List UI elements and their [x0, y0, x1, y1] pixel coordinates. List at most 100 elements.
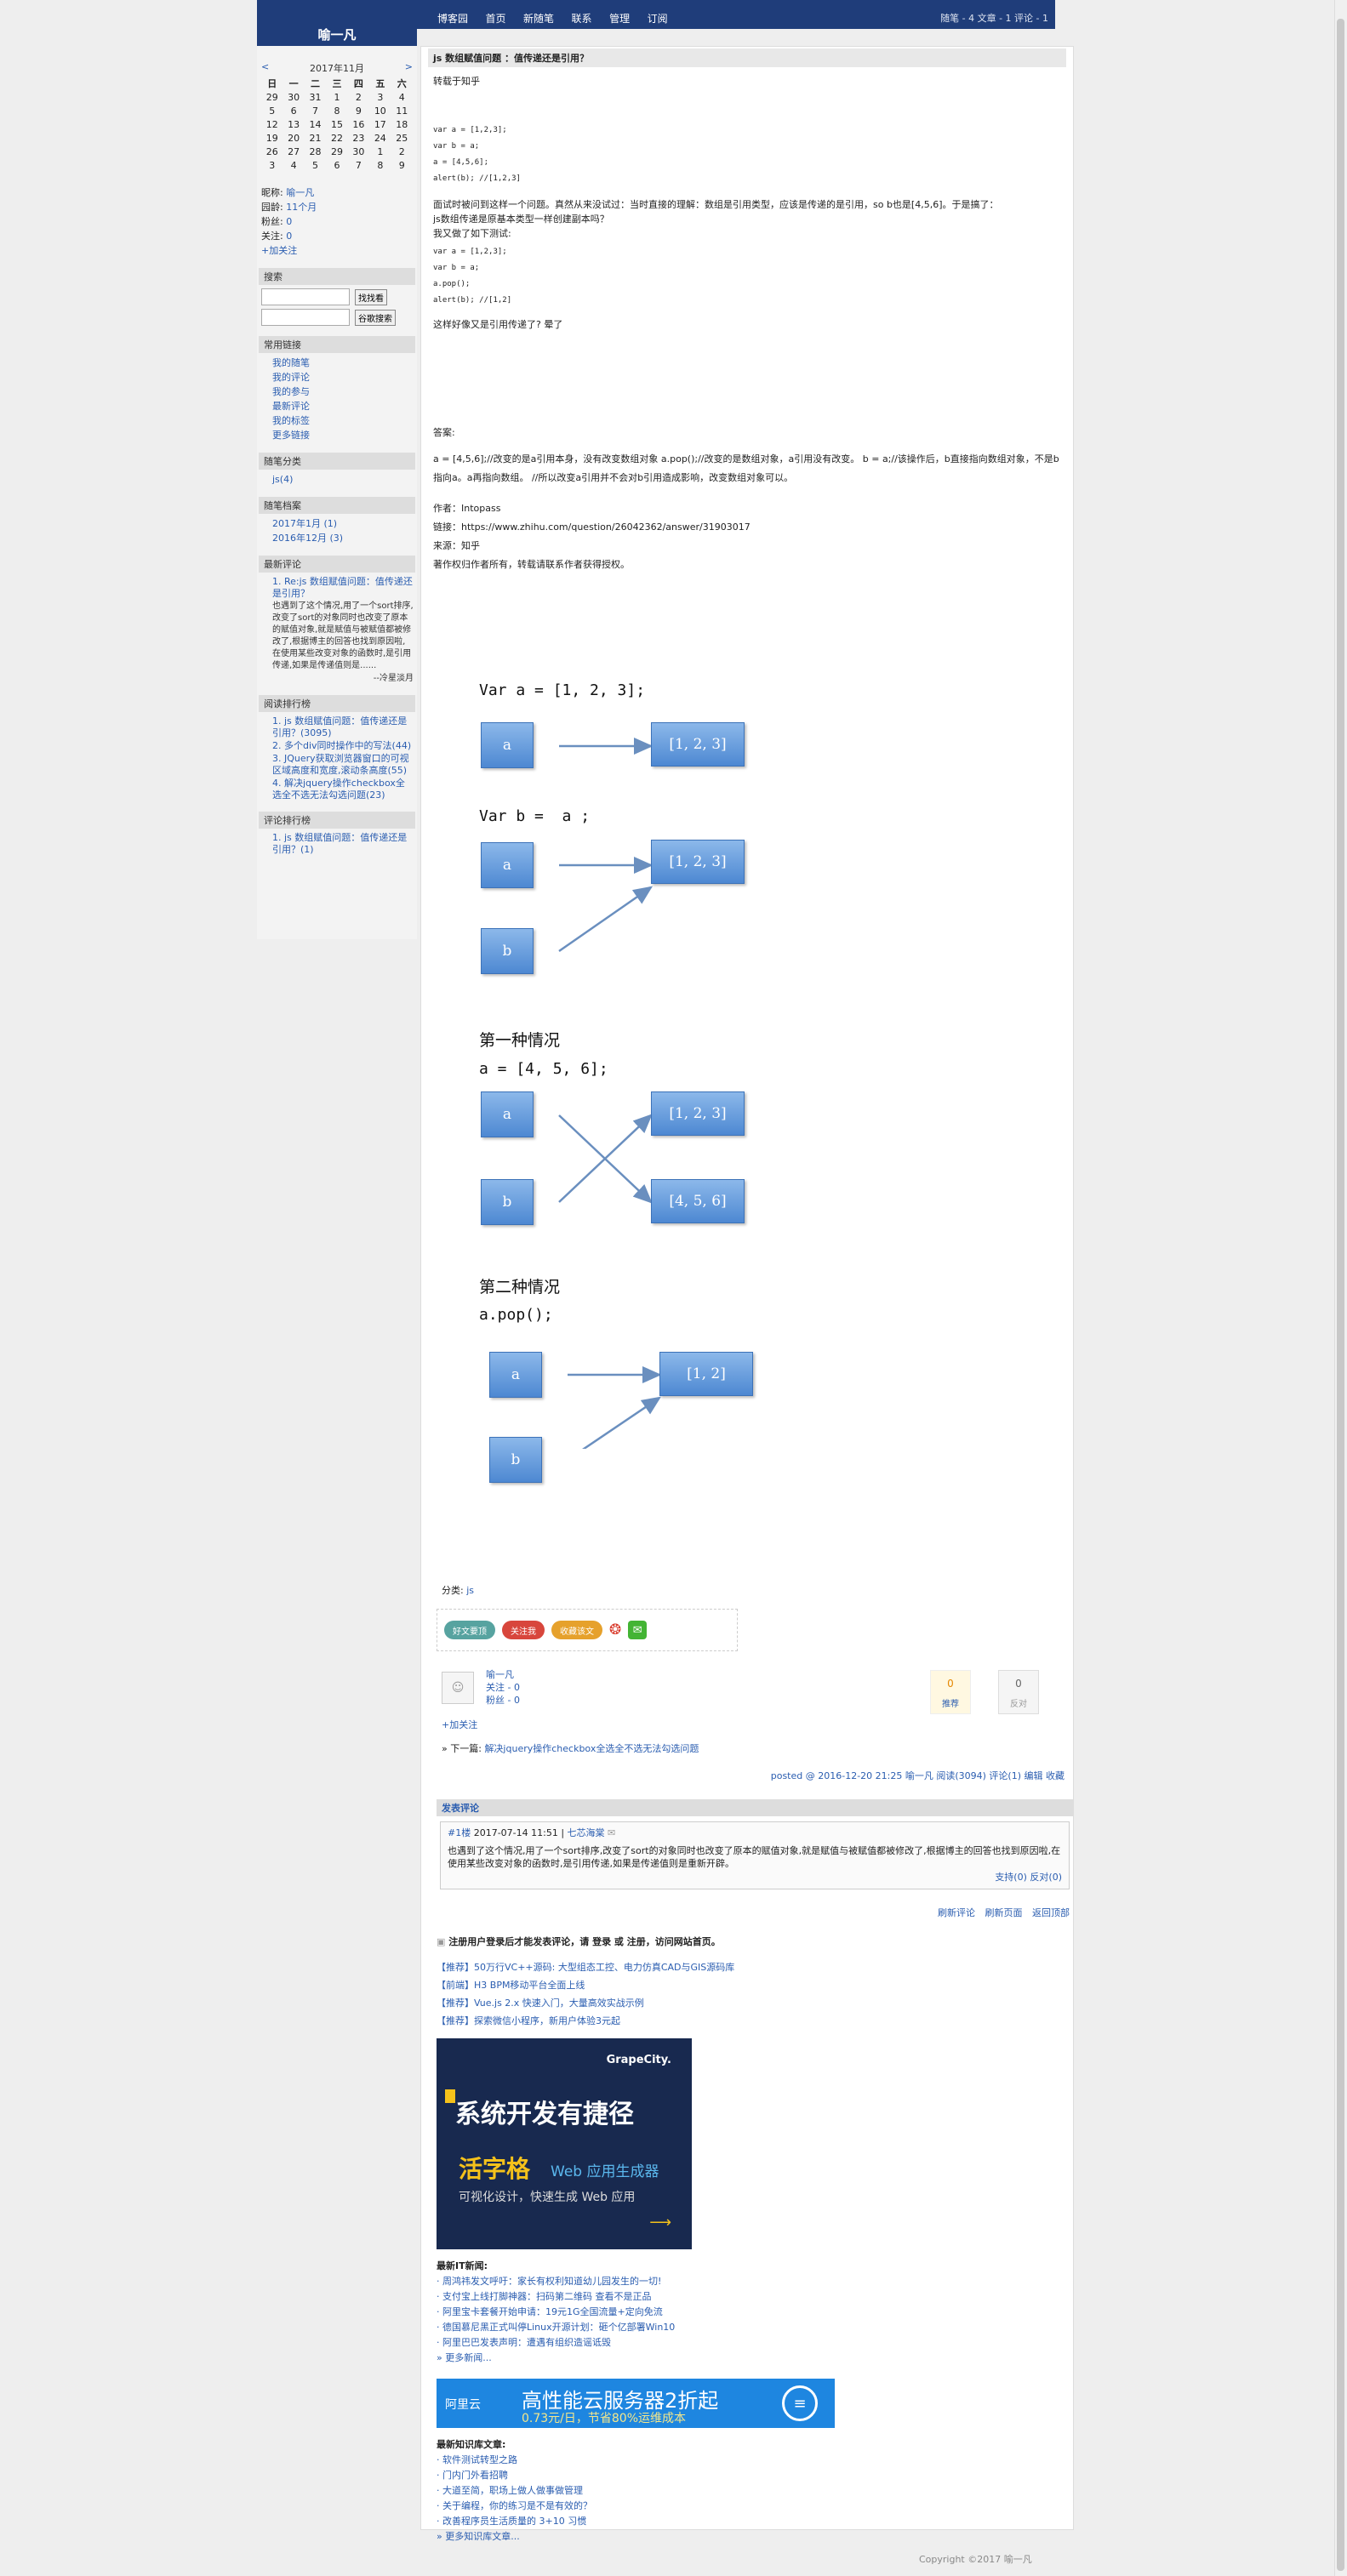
comment-item: #1楼 2017-07-14 11:51 | 七芯海棠 ✉ 也遇到了这个情况,用…: [440, 1821, 1070, 1889]
recent-comment-link[interactable]: 1. Re:js 数组赋值问题：值传递还是引用？: [272, 576, 413, 599]
fans-link[interactable]: 0: [286, 216, 292, 227]
blog-title[interactable]: 喻一凡: [257, 0, 417, 46]
more-news[interactable]: » 更多新闻...: [437, 2352, 492, 2363]
avatar[interactable]: ☺: [442, 1672, 474, 1704]
ad-link[interactable]: 【推荐】探索微信小程序，新用户体验3元起: [437, 2015, 620, 2026]
scrollbar-thumb[interactable]: [1337, 19, 1344, 2571]
nav-subscribe[interactable]: 订阅: [648, 13, 668, 25]
aliyun-banner[interactable]: 阿里云 高性能云服务器2折起 0.73元/日，节省80%运维成本 ≡: [437, 2379, 835, 2428]
comment-user[interactable]: 七芯海棠: [568, 1827, 605, 1838]
nav-admin[interactable]: 管理: [609, 13, 630, 25]
news-item[interactable]: · 德国慕尼黑正式叫停Linux开源计划：砸个亿部署Win10: [437, 2322, 675, 2333]
favorite-button[interactable]: 收藏该文: [551, 1621, 602, 1639]
ad-link[interactable]: 【前端】H3 BPM移动平台全面上线: [437, 1980, 585, 1991]
category-js[interactable]: js(4): [272, 474, 293, 485]
wechat-icon[interactable]: ✉: [628, 1621, 648, 1639]
support-link[interactable]: 支持(0): [995, 1872, 1027, 1883]
refresh-comments[interactable]: 刷新评论: [938, 1907, 975, 1918]
top-read-item[interactable]: 3. JQuery获取浏览器窗口的可视区域高度和宽度,滚动条高度(55): [272, 753, 409, 776]
refresh-page[interactable]: 刷新页面: [985, 1907, 1023, 1918]
kb-item[interactable]: · 门内门外看招聘: [437, 2470, 508, 2481]
kb-item[interactable]: · 大道至简，职场上做人做事做管理: [437, 2485, 583, 2496]
news-item[interactable]: · 支付宝上线打脚神器：扫码第二维码 查看不是正品: [437, 2291, 652, 2302]
it-news: 最新IT新闻: · 周鸿祎发文呼吁：家长有权利知道幼儿园发生的一切! · 支付宝…: [437, 2259, 675, 2366]
kb-item[interactable]: · 软件测试转型之路: [437, 2454, 517, 2465]
banner-sub3: 可视化设计，快速生成 Web 应用: [459, 2191, 636, 2204]
oppose-link[interactable]: 反对(0): [1030, 1872, 1062, 1883]
credits: 作者：Intopass 链接：https://www.zhihu.com/que…: [433, 499, 1061, 574]
weekday: 五: [375, 78, 385, 89]
kb-item[interactable]: · 改善程序员生活质量的 3+10 习惯: [437, 2516, 586, 2527]
server-icon: ≡: [782, 2385, 818, 2421]
link-latest-comments[interactable]: 最新评论: [272, 401, 310, 412]
google-search-button[interactable]: 谷歌搜索: [355, 309, 396, 326]
top-read-item[interactable]: 2. 多个div同时操作中的写法(44): [272, 740, 411, 751]
author-follow[interactable]: 关注 - 0: [486, 1682, 520, 1693]
add-follow-link[interactable]: +加关注: [442, 1719, 477, 1730]
author-name[interactable]: 喻一凡: [486, 1669, 514, 1680]
digg-button[interactable]: 0 推荐: [930, 1670, 971, 1714]
add-follow-link[interactable]: +加关注: [261, 245, 297, 256]
link-my-participation[interactable]: 我的参与: [272, 386, 310, 397]
calendar-day: 30: [352, 145, 365, 157]
archive-item[interactable]: 2016年12月 (3): [272, 533, 343, 544]
post-title-link[interactable]: js 数组赋值问题 ：值传递还是引用？: [433, 53, 589, 64]
link-my-posts[interactable]: 我的随笔: [272, 357, 310, 368]
bury-button[interactable]: 0 反对: [998, 1670, 1039, 1714]
top-read-item[interactable]: 1. js 数组赋值问题：值传递还是引用？(3095): [272, 715, 407, 738]
ad-link[interactable]: 【推荐】50万行VC++源码: 大型组态工控、电力仿真CAD与GIS源码库: [437, 1962, 734, 1973]
archive-item[interactable]: 2017年1月 (1): [272, 518, 337, 529]
calendar-day: 18: [396, 118, 408, 130]
calendar-prev[interactable]: <: [261, 61, 269, 75]
google-search-input[interactable]: [261, 309, 350, 326]
next-post-link[interactable]: 解决jquery操作checkbox全选全不选无法勾选问题: [484, 1743, 699, 1754]
nav-new-post[interactable]: 新随笔: [523, 13, 554, 25]
nick-link[interactable]: 喻一凡: [286, 187, 314, 198]
calendar-day: 7: [312, 105, 319, 117]
box-array-123: [1, 2, 3]: [651, 722, 745, 767]
comment-floor[interactable]: #1楼: [448, 1827, 471, 1838]
follow-me-button[interactable]: 关注我: [502, 1621, 545, 1639]
follow-link[interactable]: 0: [286, 231, 292, 242]
calendar-day: 19: [265, 132, 278, 144]
author-fans[interactable]: 粉丝 - 0: [486, 1695, 520, 1706]
next-post: » 下一篇: 解决jquery操作checkbox全选全不选无法勾选问题: [442, 1741, 699, 1755]
nav-blogs[interactable]: 博客园: [437, 13, 468, 25]
category-link[interactable]: js: [466, 1585, 474, 1596]
link-my-tags[interactable]: 我的标签: [272, 415, 310, 426]
calendar-next[interactable]: >: [405, 61, 413, 75]
ad-link[interactable]: 【推荐】Vue.js 2.x 快速入门，大量高效实战示例: [437, 1998, 644, 2009]
calendar-day: 4: [398, 91, 405, 103]
search-button[interactable]: 找找看: [355, 288, 387, 305]
mail-icon[interactable]: ✉: [608, 1827, 615, 1838]
digg-count: 0: [947, 1678, 954, 1690]
news-item[interactable]: · 阿里宝卡套餐开始申请：19元1G全国流量+定向免流: [437, 2306, 663, 2317]
bury-label: 反对: [1010, 1700, 1027, 1709]
back-to-top[interactable]: 返回顶部: [1032, 1907, 1070, 1918]
nav-contact[interactable]: 联系: [572, 13, 592, 25]
news-item[interactable]: · 周鸿祎发文呼吁：家长有权利知道幼儿园发生的一切!: [437, 2276, 661, 2287]
kb-title: 最新知识库文章:: [437, 2439, 506, 2450]
archive-title: 随笔档案: [259, 497, 415, 514]
search-input[interactable]: [261, 288, 350, 305]
kb-item[interactable]: · 关于编程，你的练习是不是有效的？: [437, 2500, 592, 2511]
weibo-icon[interactable]: ❂: [609, 1621, 621, 1638]
top-comment-item[interactable]: 1. js 数组赋值问题：值传递还是引用？(1): [272, 832, 407, 855]
more-kb[interactable]: » 更多知识库文章...: [437, 2531, 520, 2542]
digg-post-button[interactable]: 好文要顶: [444, 1621, 495, 1639]
bury-count: 0: [1015, 1678, 1022, 1690]
news-item[interactable]: · 阿里巴巴发表声明：遭遇有组织造谣诋毁: [437, 2337, 611, 2348]
calendar-day: 5: [269, 105, 276, 117]
calendar-day: 4: [290, 159, 297, 171]
top-read-item[interactable]: 4. 解决jquery操作checkbox全选全不选无法勾选问题(23): [272, 778, 405, 801]
grapecity-banner[interactable]: GrapeCity. 系统开发有捷径 活字格 Web 应用生成器 可视化设计，快…: [437, 2038, 692, 2249]
calendar-day: 11: [396, 105, 408, 117]
age-link[interactable]: 11个月: [286, 202, 317, 213]
nav-home[interactable]: 首页: [486, 13, 506, 25]
link-my-comments[interactable]: 我的评论: [272, 372, 310, 383]
calendar-day: 9: [355, 105, 362, 117]
calendar-day: 17: [374, 118, 386, 130]
link-more[interactable]: 更多链接: [272, 430, 310, 441]
post-title[interactable]: js 数组赋值问题 ：值传递还是引用？: [428, 48, 1066, 67]
posted-info: posted @ 2016-12-20 21:25 喻一凡 阅读(3094) 评…: [770, 1770, 1064, 1781]
